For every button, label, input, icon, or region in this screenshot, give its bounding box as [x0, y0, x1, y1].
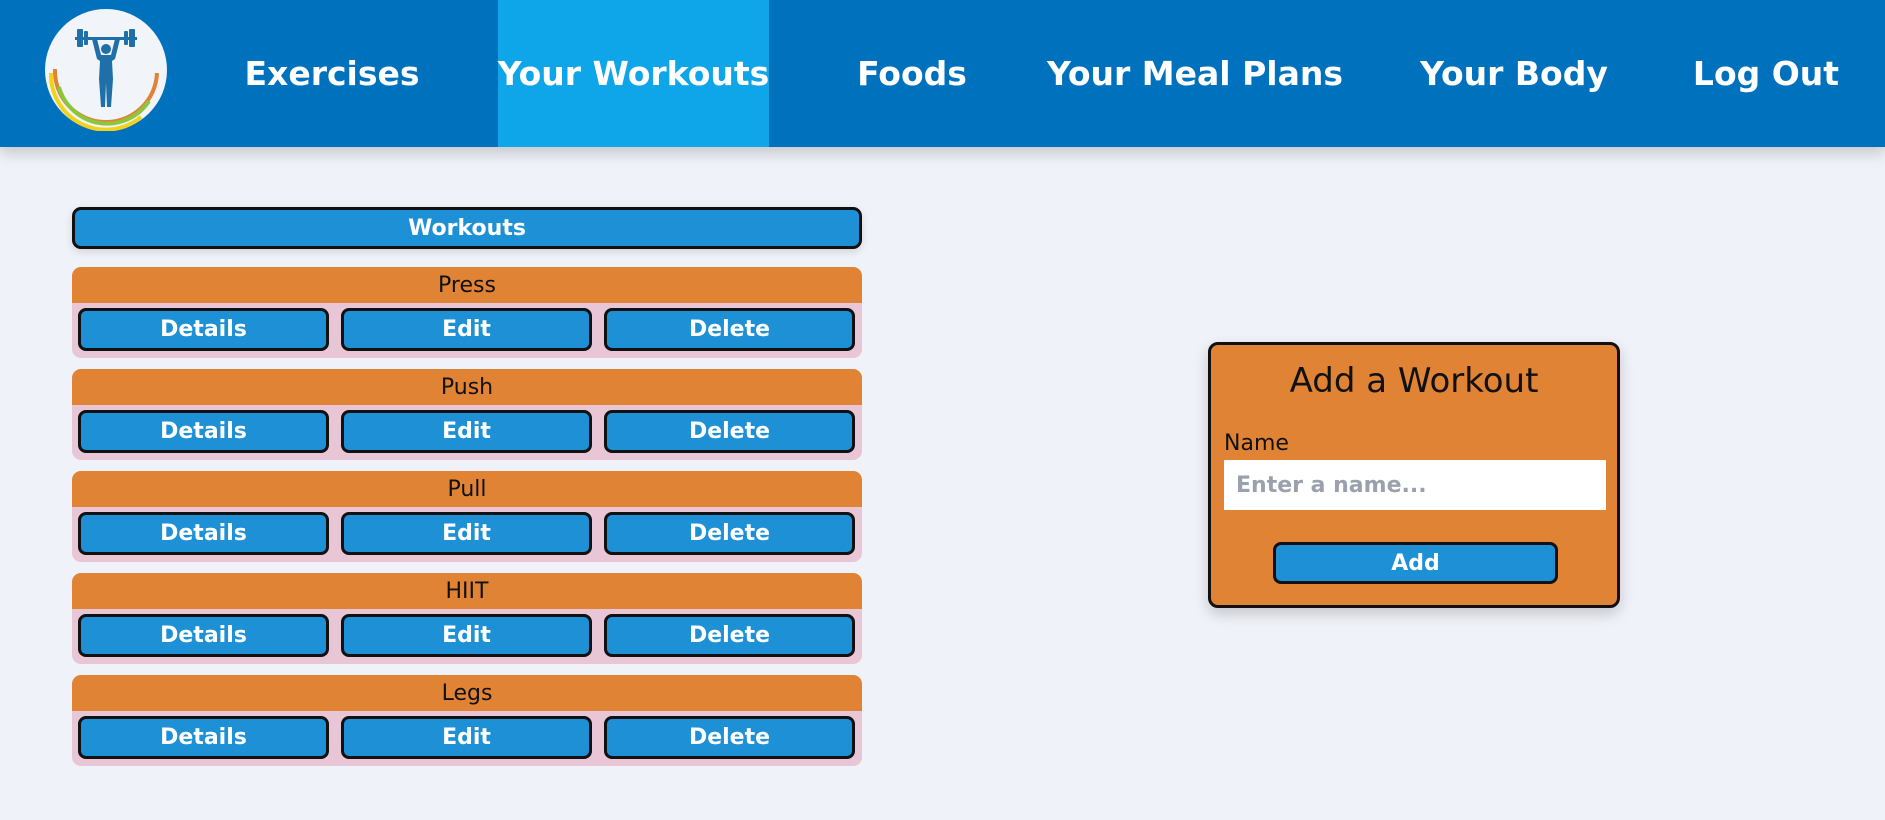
details-button[interactable]: Details	[78, 614, 329, 657]
workout-actions: Details Edit Delete	[72, 303, 862, 358]
details-button[interactable]: Details	[78, 410, 329, 453]
workout-card: Legs Details Edit Delete	[72, 675, 862, 766]
workout-card: Pull Details Edit Delete	[72, 471, 862, 562]
edit-button[interactable]: Edit	[341, 308, 592, 351]
workout-card: Press Details Edit Delete	[72, 267, 862, 358]
delete-button[interactable]: Delete	[604, 512, 855, 555]
workouts-header: Workouts	[72, 207, 862, 249]
workout-actions: Details Edit Delete	[72, 711, 862, 766]
nav-exercises[interactable]: Exercises	[218, 0, 446, 147]
details-button[interactable]: Details	[78, 308, 329, 351]
details-button[interactable]: Details	[78, 716, 329, 759]
edit-button[interactable]: Edit	[341, 716, 592, 759]
name-label: Name	[1224, 431, 1289, 456]
workout-actions: Details Edit Delete	[72, 405, 862, 460]
top-navbar: Exercises Your Workouts Foods Your Meal …	[0, 0, 1885, 147]
workout-name: HIIT	[72, 573, 862, 609]
weightlifter-logo-icon[interactable]	[45, 9, 167, 131]
nav-foods[interactable]: Foods	[831, 0, 993, 147]
nav-foods-label: Foods	[857, 54, 967, 93]
delete-button[interactable]: Delete	[604, 716, 855, 759]
nav-your-meal-plans-label: Your Meal Plans	[1047, 54, 1343, 93]
edit-button[interactable]: Edit	[341, 410, 592, 453]
workout-actions: Details Edit Delete	[72, 507, 862, 562]
workout-name: Legs	[72, 675, 862, 711]
add-workout-panel: Add a Workout Name Add	[1208, 342, 1620, 608]
nav-your-body-label: Your Body	[1420, 54, 1608, 93]
nav-exercises-label: Exercises	[244, 54, 420, 93]
workout-card: Push Details Edit Delete	[72, 369, 862, 460]
workout-name: Press	[72, 267, 862, 303]
edit-button[interactable]: Edit	[341, 614, 592, 657]
add-button[interactable]: Add	[1273, 542, 1558, 584]
edit-button[interactable]: Edit	[341, 512, 592, 555]
nav-log-out[interactable]: Log Out	[1686, 0, 1846, 147]
nav-your-body[interactable]: Your Body	[1414, 0, 1614, 147]
details-button[interactable]: Details	[78, 512, 329, 555]
workout-actions: Details Edit Delete	[72, 609, 862, 664]
delete-button[interactable]: Delete	[604, 614, 855, 657]
workout-name: Pull	[72, 471, 862, 507]
delete-button[interactable]: Delete	[604, 308, 855, 351]
add-workout-title: Add a Workout	[1289, 361, 1539, 401]
workout-name-input[interactable]	[1224, 460, 1606, 510]
nav-your-workouts[interactable]: Your Workouts	[498, 0, 769, 147]
nav-your-workouts-label: Your Workouts	[497, 54, 770, 93]
workout-name: Push	[72, 369, 862, 405]
delete-button[interactable]: Delete	[604, 410, 855, 453]
nav-your-meal-plans[interactable]: Your Meal Plans	[1047, 0, 1343, 147]
nav-log-out-label: Log Out	[1692, 54, 1840, 93]
workout-card: HIIT Details Edit Delete	[72, 573, 862, 664]
